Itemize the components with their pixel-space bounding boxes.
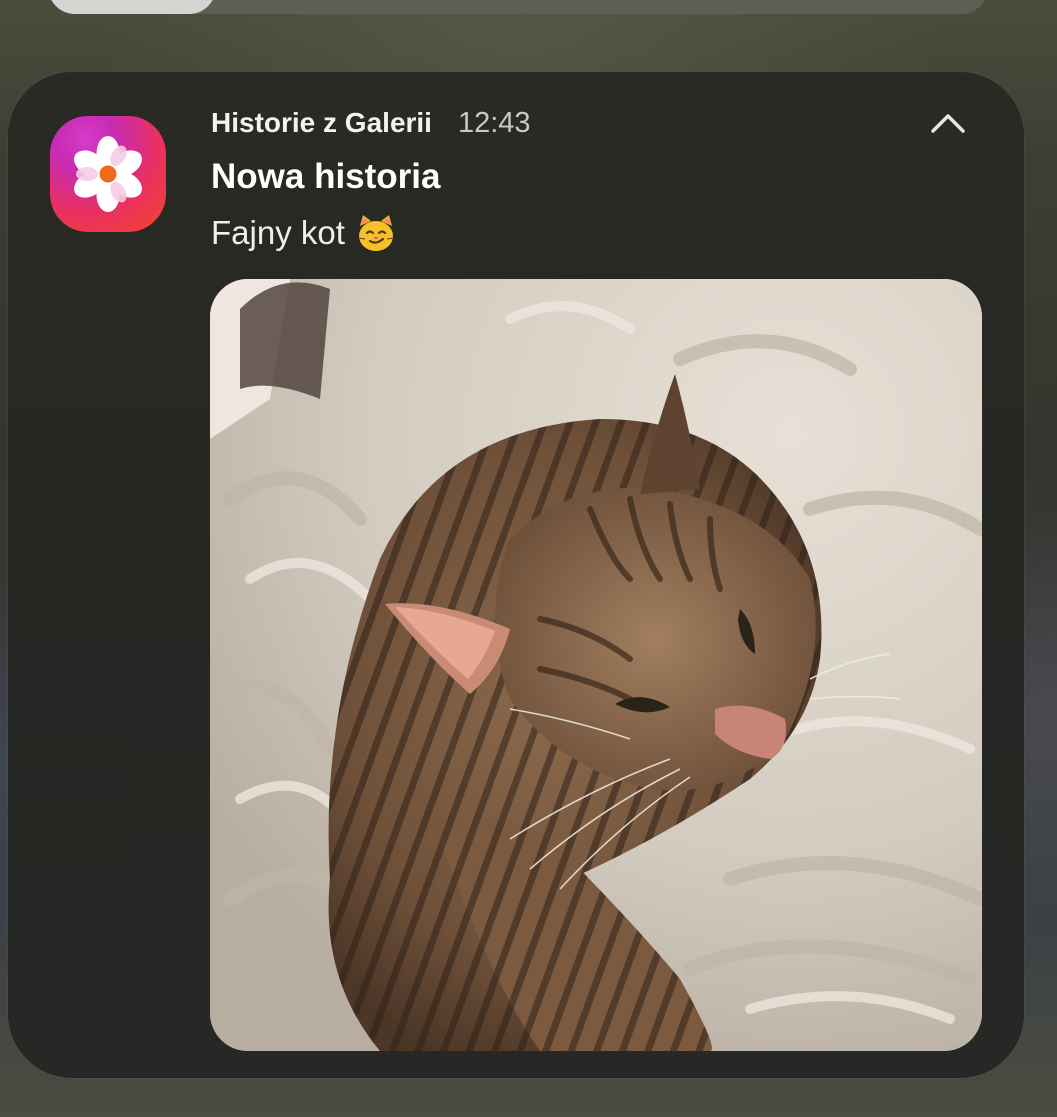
notification-body: Fajny kot — [211, 212, 397, 254]
collapse-button[interactable] — [918, 100, 978, 146]
gallery-flower-icon — [50, 116, 166, 232]
notification-time: 12:43 — [457, 106, 531, 139]
smirking-cat-emoji — [355, 212, 397, 254]
previous-notification-button[interactable] — [48, 0, 216, 14]
tabby-cat-on-white-blanket-photo[interactable] — [210, 279, 982, 1051]
notification-title: Nowa historia — [211, 157, 441, 196]
chevron-up-icon — [931, 114, 965, 133]
app-name: Historie z Galerii — [211, 107, 432, 138]
notification-header: Historie z Galerii 12:43 — [211, 105, 531, 141]
notification-body-text: Fajny kot — [211, 214, 345, 251]
